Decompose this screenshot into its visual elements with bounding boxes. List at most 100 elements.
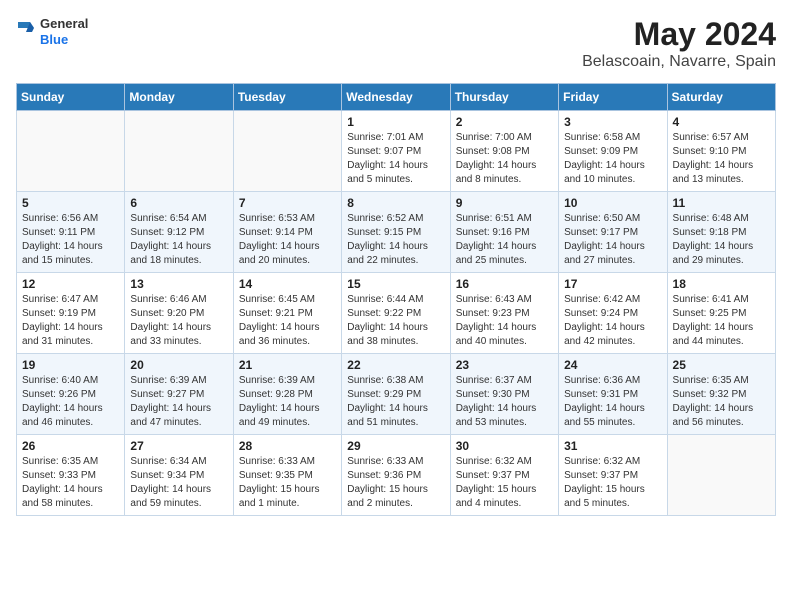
- logo-line2: Blue: [40, 32, 88, 48]
- cell-info: Sunrise: 6:38 AM Sunset: 9:29 PM Dayligh…: [347, 374, 444, 430]
- calendar-cell: 24 Sunrise: 6:36 AM Sunset: 9:31 PM Dayli…: [559, 354, 667, 435]
- calendar-cell: 20 Sunrise: 6:39 AM Sunset: 9:27 PM Dayli…: [125, 354, 233, 435]
- logo-text: General Blue: [40, 16, 88, 47]
- cell-info: Sunrise: 6:32 AM Sunset: 9:37 PM Dayligh…: [456, 455, 553, 511]
- calendar-cell: [125, 111, 233, 192]
- calendar-cell: 6 Sunrise: 6:54 AM Sunset: 9:12 PM Daylig…: [125, 192, 233, 273]
- day-number: 7: [239, 196, 336, 210]
- title-block: May 2024 Belascoain, Navarre, Spain: [582, 16, 776, 71]
- day-number: 4: [673, 115, 770, 129]
- cell-info: Sunrise: 6:39 AM Sunset: 9:27 PM Dayligh…: [130, 374, 227, 430]
- calendar-body: 1 Sunrise: 7:01 AM Sunset: 9:07 PM Daylig…: [17, 111, 776, 516]
- cell-info: Sunrise: 6:52 AM Sunset: 9:15 PM Dayligh…: [347, 212, 444, 268]
- day-number: 17: [564, 277, 661, 291]
- logo-line1: General: [40, 16, 88, 32]
- day-number: 16: [456, 277, 553, 291]
- calendar-cell: 1 Sunrise: 7:01 AM Sunset: 9:07 PM Daylig…: [342, 111, 450, 192]
- day-number: 1: [347, 115, 444, 129]
- calendar-cell: 3 Sunrise: 6:58 AM Sunset: 9:09 PM Daylig…: [559, 111, 667, 192]
- cell-info: Sunrise: 6:48 AM Sunset: 9:18 PM Dayligh…: [673, 212, 770, 268]
- calendar-day-header: Monday: [125, 84, 233, 111]
- calendar-cell: 23Sunrise: 6:37 AM Sunset: 9:30 PM Dayli…: [450, 354, 558, 435]
- cell-info: Sunrise: 6:32 AM Sunset: 9:37 PM Dayligh…: [564, 455, 661, 511]
- calendar-day-header: Saturday: [667, 84, 775, 111]
- calendar-cell: 17Sunrise: 6:42 AM Sunset: 9:24 PM Dayli…: [559, 273, 667, 354]
- calendar-cell: 26 Sunrise: 6:35 AM Sunset: 9:33 PM Dayli…: [17, 435, 125, 516]
- calendar-cell: 21Sunrise: 6:39 AM Sunset: 9:28 PM Dayli…: [233, 354, 341, 435]
- calendar-cell: 22 Sunrise: 6:38 AM Sunset: 9:29 PM Dayli…: [342, 354, 450, 435]
- calendar-cell: 4Sunrise: 6:57 AM Sunset: 9:10 PM Daylig…: [667, 111, 775, 192]
- cell-info: Sunrise: 6:40 AM Sunset: 9:26 PM Dayligh…: [22, 374, 119, 430]
- calendar-cell: 13 Sunrise: 6:46 AM Sunset: 9:20 PM Dayli…: [125, 273, 233, 354]
- logo: General Blue: [16, 16, 88, 47]
- calendar-week-row: 12 Sunrise: 6:47 AM Sunset: 9:19 PM Dayli…: [17, 273, 776, 354]
- cell-info: Sunrise: 6:43 AM Sunset: 9:23 PM Dayligh…: [456, 293, 553, 349]
- cell-info: Sunrise: 6:56 AM Sunset: 9:11 PM Dayligh…: [22, 212, 119, 268]
- calendar-week-row: 5Sunrise: 6:56 AM Sunset: 9:11 PM Daylig…: [17, 192, 776, 273]
- day-number: 28: [239, 439, 336, 453]
- day-number: 12: [22, 277, 119, 291]
- calendar-cell: 5Sunrise: 6:56 AM Sunset: 9:11 PM Daylig…: [17, 192, 125, 273]
- day-number: 13: [130, 277, 227, 291]
- calendar-cell: 14 Sunrise: 6:45 AM Sunset: 9:21 PM Dayli…: [233, 273, 341, 354]
- calendar-cell: 9 Sunrise: 6:51 AM Sunset: 9:16 PM Daylig…: [450, 192, 558, 273]
- day-number: 21: [239, 358, 336, 372]
- page-title: May 2024: [582, 16, 776, 53]
- cell-info: Sunrise: 6:54 AM Sunset: 9:12 PM Dayligh…: [130, 212, 227, 268]
- cell-info: Sunrise: 6:33 AM Sunset: 9:36 PM Dayligh…: [347, 455, 444, 511]
- day-number: 8: [347, 196, 444, 210]
- day-number: 26: [22, 439, 119, 453]
- calendar-cell: [17, 111, 125, 192]
- cell-info: Sunrise: 6:51 AM Sunset: 9:16 PM Dayligh…: [456, 212, 553, 268]
- cell-info: Sunrise: 6:41 AM Sunset: 9:25 PM Dayligh…: [673, 293, 770, 349]
- cell-info: Sunrise: 6:46 AM Sunset: 9:20 PM Dayligh…: [130, 293, 227, 349]
- cell-info: Sunrise: 6:53 AM Sunset: 9:14 PM Dayligh…: [239, 212, 336, 268]
- cell-info: Sunrise: 7:01 AM Sunset: 9:07 PM Dayligh…: [347, 131, 444, 187]
- day-number: 3: [564, 115, 661, 129]
- calendar-week-row: 26 Sunrise: 6:35 AM Sunset: 9:33 PM Dayli…: [17, 435, 776, 516]
- cell-info: Sunrise: 6:50 AM Sunset: 9:17 PM Dayligh…: [564, 212, 661, 268]
- day-number: 9: [456, 196, 553, 210]
- day-number: 20: [130, 358, 227, 372]
- cell-info: Sunrise: 6:35 AM Sunset: 9:33 PM Dayligh…: [22, 455, 119, 511]
- cell-info: Sunrise: 6:44 AM Sunset: 9:22 PM Dayligh…: [347, 293, 444, 349]
- calendar-cell: 31 Sunrise: 6:32 AM Sunset: 9:37 PM Dayli…: [559, 435, 667, 516]
- day-number: 15: [347, 277, 444, 291]
- day-number: 24: [564, 358, 661, 372]
- calendar-cell: 2 Sunrise: 7:00 AM Sunset: 9:08 PM Daylig…: [450, 111, 558, 192]
- calendar-cell: 27Sunrise: 6:34 AM Sunset: 9:34 PM Dayli…: [125, 435, 233, 516]
- day-number: 22: [347, 358, 444, 372]
- calendar-cell: 12 Sunrise: 6:47 AM Sunset: 9:19 PM Dayli…: [17, 273, 125, 354]
- calendar-cell: 18Sunrise: 6:41 AM Sunset: 9:25 PM Dayli…: [667, 273, 775, 354]
- calendar-day-header: Thursday: [450, 84, 558, 111]
- calendar-week-row: 19 Sunrise: 6:40 AM Sunset: 9:26 PM Dayli…: [17, 354, 776, 435]
- day-number: 14: [239, 277, 336, 291]
- cell-info: Sunrise: 6:36 AM Sunset: 9:31 PM Dayligh…: [564, 374, 661, 430]
- day-number: 10: [564, 196, 661, 210]
- logo-icon: [16, 20, 36, 44]
- cell-info: Sunrise: 6:34 AM Sunset: 9:34 PM Dayligh…: [130, 455, 227, 511]
- calendar-day-header: Friday: [559, 84, 667, 111]
- cell-info: Sunrise: 6:33 AM Sunset: 9:35 PM Dayligh…: [239, 455, 336, 511]
- calendar-cell: 15 Sunrise: 6:44 AM Sunset: 9:22 PM Dayli…: [342, 273, 450, 354]
- day-number: 30: [456, 439, 553, 453]
- day-number: 25: [673, 358, 770, 372]
- day-number: 2: [456, 115, 553, 129]
- cell-info: Sunrise: 6:45 AM Sunset: 9:21 PM Dayligh…: [239, 293, 336, 349]
- day-number: 19: [22, 358, 119, 372]
- calendar-cell: 8 Sunrise: 6:52 AM Sunset: 9:15 PM Daylig…: [342, 192, 450, 273]
- calendar-cell: 11Sunrise: 6:48 AM Sunset: 9:18 PM Dayli…: [667, 192, 775, 273]
- day-number: 6: [130, 196, 227, 210]
- calendar-header-row: SundayMondayTuesdayWednesdayThursdayFrid…: [17, 84, 776, 111]
- calendar-week-row: 1 Sunrise: 7:01 AM Sunset: 9:07 PM Daylig…: [17, 111, 776, 192]
- cell-info: Sunrise: 7:00 AM Sunset: 9:08 PM Dayligh…: [456, 131, 553, 187]
- calendar-cell: 10 Sunrise: 6:50 AM Sunset: 9:17 PM Dayli…: [559, 192, 667, 273]
- calendar-cell: 30 Sunrise: 6:32 AM Sunset: 9:37 PM Dayli…: [450, 435, 558, 516]
- page-subtitle: Belascoain, Navarre, Spain: [582, 53, 776, 71]
- day-number: 31: [564, 439, 661, 453]
- day-number: 29: [347, 439, 444, 453]
- calendar-day-header: Sunday: [17, 84, 125, 111]
- calendar-cell: 25Sunrise: 6:35 AM Sunset: 9:32 PM Dayli…: [667, 354, 775, 435]
- cell-info: Sunrise: 6:58 AM Sunset: 9:09 PM Dayligh…: [564, 131, 661, 187]
- cell-info: Sunrise: 6:47 AM Sunset: 9:19 PM Dayligh…: [22, 293, 119, 349]
